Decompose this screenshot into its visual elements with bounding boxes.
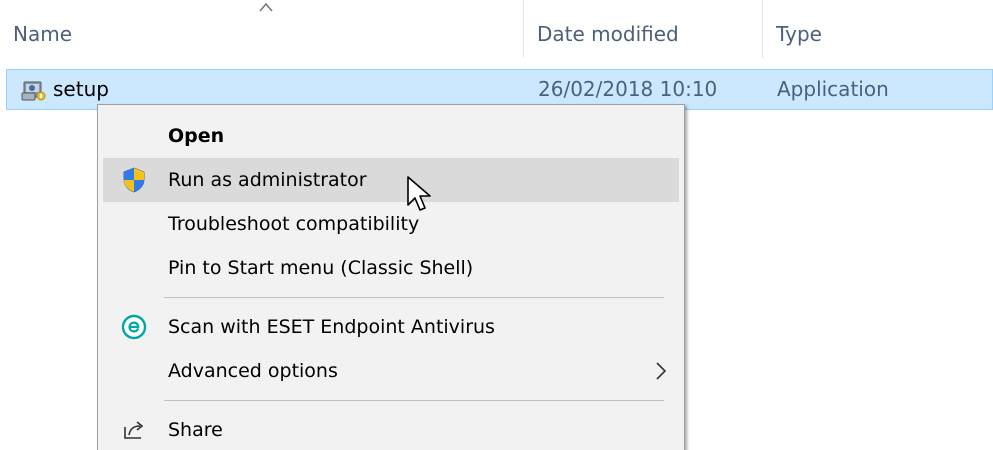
menu-item-label: Share [168,419,223,441]
mouse-pointer-icon [407,176,431,211]
menu-item-open[interactable]: Open [103,114,679,158]
menu-item-scan-with-eset[interactable]: Scan with ESET Endpoint Antivirus [103,305,679,349]
menu-item-label: Pin to Start menu (Classic Shell) [168,257,474,279]
menu-item-share[interactable]: Share [103,408,679,450]
column-header-type[interactable]: Type [763,0,993,68]
menu-item-troubleshoot-compatibility[interactable]: Troubleshoot compatibility [103,202,679,246]
menu-item-label: Open [168,125,225,147]
menu-item-run-as-administrator[interactable]: Run as administrator [103,158,679,202]
menu-item-label: Run as administrator [168,169,367,191]
column-header-date-modified-label: Date modified [537,22,679,46]
file-explorer-view: Name Date modified Type setup 26/02/2018… [0,0,993,450]
menu-item-label: Troubleshoot compatibility [168,213,420,235]
file-type: Application [777,77,889,101]
share-icon [124,421,144,439]
column-header-type-label: Type [776,22,822,46]
eset-icon [121,314,147,340]
menu-item-label: Scan with ESET Endpoint Antivirus [168,316,495,338]
column-header-name-label: Name [13,22,73,46]
menu-item-pin-to-start-menu[interactable]: Pin to Start menu (Classic Shell) [103,246,679,290]
context-menu: Open Run as administrator Troubleshoot c… [97,104,685,450]
menu-item-label: Advanced options [168,360,338,382]
setup-application-icon [21,81,46,101]
menu-separator [164,297,664,298]
uac-shield-icon [123,167,145,193]
menu-separator [164,400,664,401]
chevron-right-icon [656,362,667,380]
column-header-name[interactable]: Name [0,0,523,68]
column-header-date-modified[interactable]: Date modified [524,0,762,68]
menu-item-advanced-options[interactable]: Advanced options [103,349,679,393]
